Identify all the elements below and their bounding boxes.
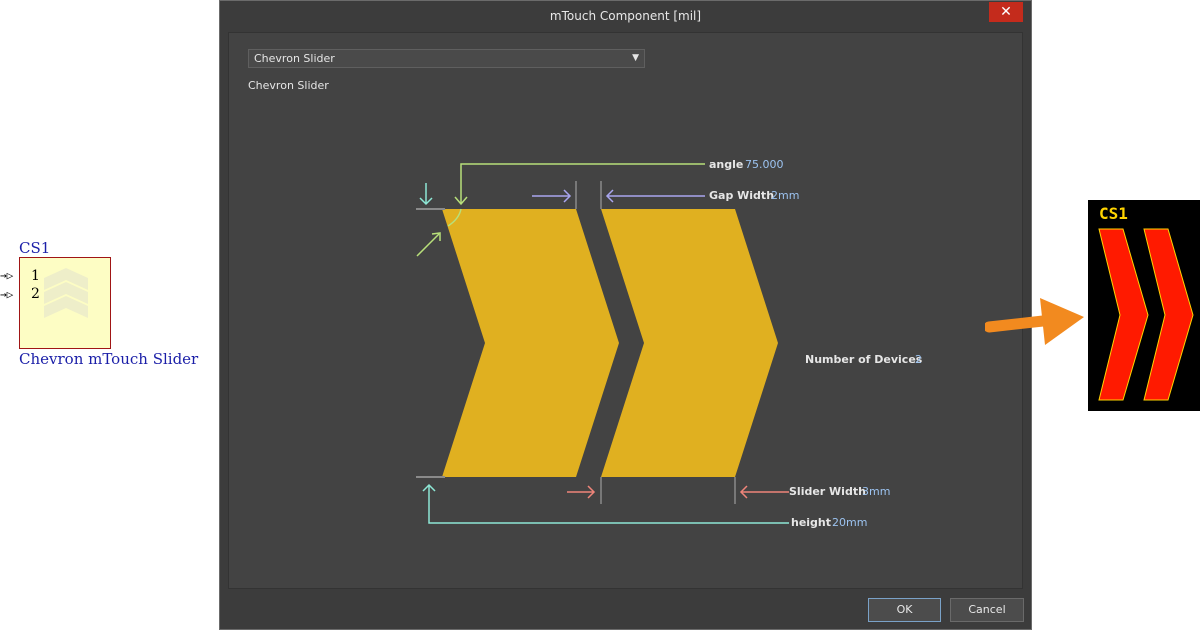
gap-width-label: Gap Width (709, 189, 774, 202)
pcb-pad-2 (1143, 228, 1194, 401)
chevron-pad-2 (601, 209, 778, 477)
pcb-pad-1 (1098, 228, 1149, 401)
ok-button[interactable]: OK (868, 598, 941, 622)
slider-width-value: 3mm (862, 485, 890, 498)
chevron-slider-diagram: angle 75.000 Gap Width 2mm Number of Dev… (416, 158, 923, 529)
close-button[interactable]: ✕ (989, 2, 1023, 22)
pin-1-arrow-icon: →▷ (0, 269, 14, 282)
angle-value: 75.000 (745, 158, 784, 171)
orange-arrow-icon (985, 298, 1084, 345)
mtouch-component-dialog: mTouch Component [mil] ✕ Chevron Slider … (219, 0, 1032, 630)
slider-width-label: Slider Width (789, 485, 866, 498)
gap-width-dimension (532, 189, 705, 203)
number-of-devices-label: Number of Devices (805, 353, 923, 366)
schematic-component-name: Chevron mTouch Slider (19, 350, 199, 368)
schematic-designator: CS1 (19, 239, 51, 257)
height-top-arrow (419, 183, 433, 206)
dialog-title: mTouch Component [mil] (549, 9, 702, 23)
pcb-footprint[interactable]: CS1 (1088, 200, 1200, 411)
number-of-devices-value: 2 (915, 353, 922, 366)
chevron-symbol-icon (44, 268, 88, 318)
height-dimension (422, 483, 789, 524)
chevron-pad-1 (442, 209, 619, 477)
height-value: 20mm (832, 516, 867, 529)
dialog-titlebar[interactable]: mTouch Component [mil] ✕ (220, 1, 1031, 31)
angle-label: angle (709, 158, 743, 171)
gap-width-value: 2mm (771, 189, 799, 202)
close-icon: ✕ (1000, 4, 1012, 20)
dialog-content: Chevron Slider ▼ Chevron Slider angle 75… (228, 32, 1023, 589)
pin-2-arrow-icon: →▷ (0, 288, 14, 301)
schematic-symbol: CS1 →▷ →▷ 1 2 Chevron mTouch Slider (0, 0, 215, 630)
schematic-body[interactable]: 1 2 (19, 257, 111, 349)
cancel-button[interactable]: Cancel (950, 598, 1024, 622)
pcb-chevron-pads (1098, 228, 1194, 401)
height-label: height (791, 516, 831, 529)
